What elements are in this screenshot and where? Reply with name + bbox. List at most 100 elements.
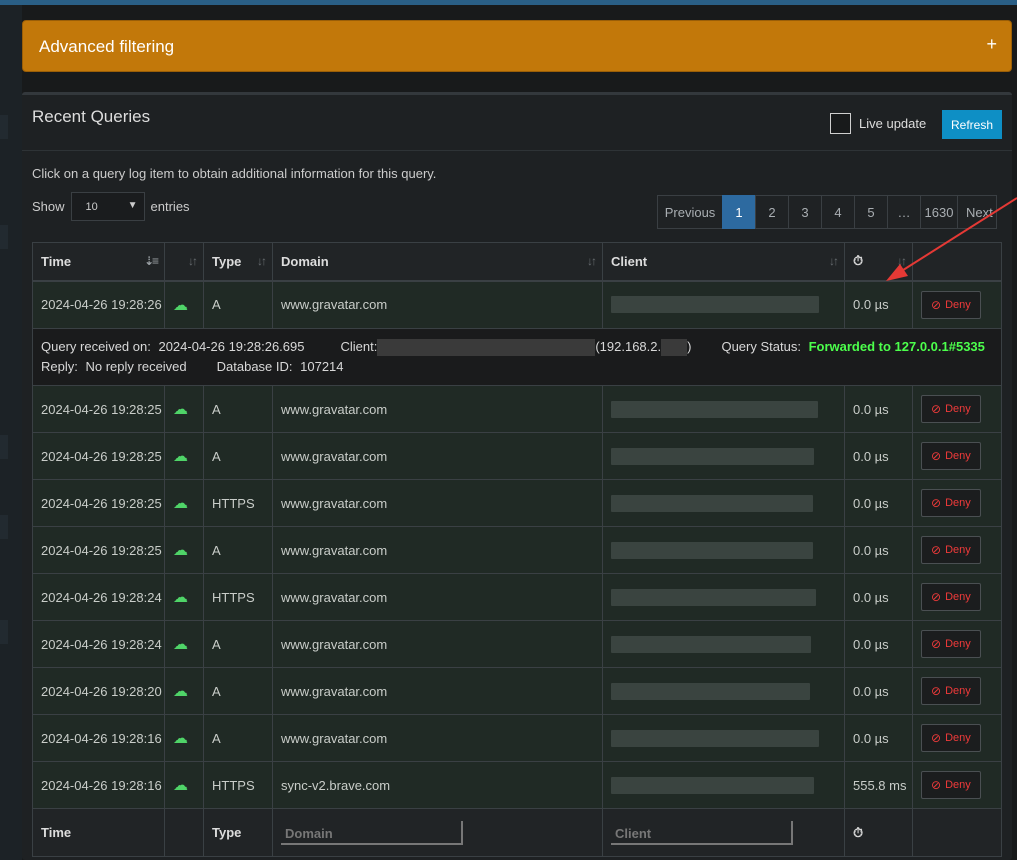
entries-length-control: Show 10 ▼ entries — [32, 192, 190, 221]
table-row[interactable]: 2024-04-26 19:28:25 ☁ Awww.gravatar.com 0.0… — [32, 432, 1002, 480]
live-update-label: Live update — [859, 116, 927, 131]
deny-button[interactable]: ⊘ Deny — [921, 442, 981, 470]
row-time: 2024-04-26 19:28:25 — [32, 479, 165, 527]
page-5[interactable]: 5 — [854, 195, 888, 229]
table-row[interactable]: 2024-04-26 19:28:24 ☁ HTTPS www.gravatar.co… — [32, 573, 1002, 621]
live-update-checkbox[interactable] — [830, 113, 851, 134]
deny-button[interactable]: ⊘ Deny — [921, 583, 981, 611]
ban-icon: ⊘ — [931, 449, 942, 463]
cloud-download-icon: ☁ — [173, 448, 188, 465]
col-type[interactable]: Type ↓↑ — [203, 242, 273, 282]
recent-queries-box: Recent Queries Live update Refresh Click… — [22, 92, 1012, 860]
expand-plus-icon[interactable]: + — [986, 34, 997, 55]
row-type: A — [203, 714, 273, 762]
page-1[interactable]: 1 — [722, 195, 756, 229]
row-domain[interactable]: www.gravatar.com — [272, 667, 603, 715]
status-label: Query Status: — [721, 339, 801, 354]
query-hint-text: Click on a query log item to obtain addi… — [32, 166, 437, 181]
table-header-row: Time ⇣≡ ↓↑ Type ↓↑ Domain ↓↑ Client ↓↑ ⏱ ↓↑ — [32, 242, 1002, 282]
page-next[interactable]: Next — [957, 195, 997, 229]
ban-icon: ⊘ — [931, 684, 942, 698]
deny-button[interactable]: ⊘ Deny — [921, 489, 981, 517]
chevron-down-icon: ▼ — [127, 200, 138, 211]
page-last[interactable]: 1630 — [920, 195, 958, 229]
row-type: A — [203, 280, 273, 329]
cloud-download-icon: ☁ — [173, 589, 188, 606]
cloud-download-icon: ☁ — [173, 401, 188, 418]
col-client[interactable]: Client ↓↑ — [602, 242, 845, 282]
table-row[interactable]: 2024-04-26 19:28:16 ☁ HTTPS sync-v2.brave.c… — [32, 761, 1002, 809]
sort-desc-icon: ⇣≡ — [143, 254, 159, 268]
advanced-filtering-panel[interactable]: Advanced filtering + — [22, 20, 1012, 72]
table-row[interactable]: 2024-04-26 19:28:20 ☁ Awww.gravatar.com 0.0… — [32, 667, 1002, 715]
row-domain[interactable]: www.gravatar.com — [272, 714, 603, 762]
entries-select-value: 10 — [85, 200, 98, 213]
ban-icon: ⊘ — [931, 731, 942, 745]
deny-button[interactable]: ⊘ Deny — [921, 395, 981, 423]
ban-icon: ⊘ — [931, 778, 942, 792]
ban-icon: ⊘ — [931, 402, 942, 416]
col-reply-time[interactable]: ⏱ ↓↑ — [844, 242, 913, 282]
page-2[interactable]: 2 — [755, 195, 789, 229]
row-reply-time: 0.0 µs — [844, 385, 913, 433]
row-domain[interactable]: www.gravatar.com — [272, 432, 603, 480]
deny-button[interactable]: ⊘ Deny — [921, 630, 981, 658]
row-time: 2024-04-26 19:28:25 — [32, 432, 165, 480]
sort-icon: ↓↑ — [257, 254, 267, 268]
cloud-download-icon: ☁ — [173, 495, 188, 512]
ban-icon: ⊘ — [931, 590, 942, 604]
row-domain[interactable]: www.gravatar.com — [272, 385, 603, 433]
table-row[interactable]: 2024-04-26 19:28:25 ☁ Awww.gravatar.com 0.0… — [32, 526, 1002, 574]
row-reply-time: 555.8 ms — [844, 761, 913, 809]
ip-redacted — [661, 339, 688, 357]
row-type: A — [203, 526, 273, 574]
col-status[interactable]: ↓↑ — [164, 242, 204, 282]
table-row[interactable]: 2024-04-26 19:28:25 ☁ HTTPS www.gravatar.co… — [32, 479, 1002, 527]
page-previous[interactable]: Previous — [657, 195, 723, 229]
row-domain[interactable]: www.gravatar.com — [272, 620, 603, 668]
deny-button[interactable]: ⊘ Deny — [921, 536, 981, 564]
table-row[interactable]: 2024-04-26 19:28:25 ☁ Awww.gravatar.com 0.0… — [32, 385, 1002, 433]
row-domain[interactable]: www.gravatar.com — [272, 280, 603, 329]
show-label: Show — [32, 199, 65, 214]
col-time[interactable]: Time ⇣≡ — [32, 242, 165, 282]
page-4[interactable]: 4 — [821, 195, 855, 229]
page-ellipsis: … — [887, 195, 921, 229]
table-row[interactable]: 2024-04-26 19:28:24 ☁ Awww.gravatar.com 0.0… — [32, 620, 1002, 668]
live-update-toggle[interactable]: Live update — [830, 113, 926, 134]
row-time: 2024-04-26 19:28:25 — [32, 385, 165, 433]
ban-icon: ⊘ — [931, 637, 942, 651]
row-time: 2024-04-26 19:28:16 — [32, 714, 165, 762]
cloud-download-icon: ☁ — [173, 730, 188, 747]
deny-button[interactable]: ⊘ Deny — [921, 677, 981, 705]
page-3[interactable]: 3 — [788, 195, 822, 229]
received-value: 2024-04-26 19:28:26.695 — [158, 339, 305, 354]
row-domain[interactable]: www.gravatar.com — [272, 526, 603, 574]
row-type: A — [203, 667, 273, 715]
deny-button[interactable]: ⊘ Deny — [921, 290, 981, 319]
row-domain[interactable]: sync-v2.brave.com — [272, 761, 603, 809]
footer-type: Type — [203, 808, 273, 857]
row-reply-time: 0.0 µs — [844, 714, 913, 762]
row-type: A — [203, 385, 273, 433]
client-filter-input[interactable]: Client — [611, 820, 793, 845]
table-row[interactable]: 2024-04-26 19:28:26 ☁ Awww.gravatar.com 0.0… — [32, 280, 1002, 329]
deny-button[interactable]: ⊘ Deny — [921, 724, 981, 752]
refresh-button[interactable]: Refresh — [942, 110, 1002, 139]
client-label: Client: — [340, 339, 378, 354]
row-reply-time: 0.0 µs — [844, 573, 913, 621]
row-time: 2024-04-26 19:28:25 — [32, 526, 165, 574]
col-domain[interactable]: Domain ↓↑ — [272, 242, 603, 282]
domain-filter-input[interactable]: Domain — [281, 820, 463, 845]
client-redacted — [611, 588, 816, 606]
row-domain[interactable]: www.gravatar.com — [272, 573, 603, 621]
row-domain[interactable]: www.gravatar.com — [272, 479, 603, 527]
entries-select[interactable]: 10 ▼ — [70, 192, 145, 221]
box-title: Recent Queries — [32, 107, 151, 126]
ban-icon: ⊘ — [931, 297, 942, 312]
table-row[interactable]: 2024-04-26 19:28:16 ☁ Awww.gravatar.com 0.0… — [32, 714, 1002, 762]
deny-button[interactable]: ⊘ Deny — [921, 771, 981, 799]
row-type: HTTPS — [203, 761, 273, 809]
cloud-download-icon: ☁ — [173, 777, 188, 794]
query-detail-row: Query received on: 2024-04-26 19:28:26.6… — [32, 328, 1002, 386]
